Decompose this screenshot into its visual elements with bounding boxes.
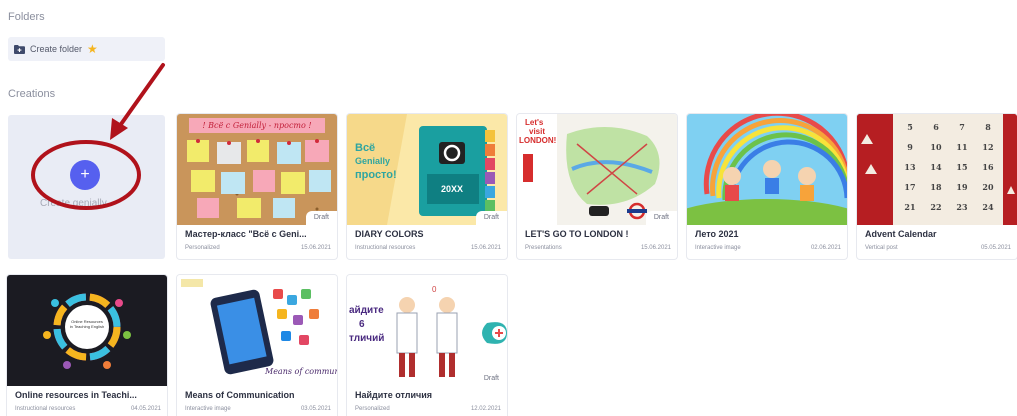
thumbnail-text: visit xyxy=(529,127,546,136)
card-title: Мастер-класс "Всё с Geni... xyxy=(185,229,307,239)
thumbnail-text: 20XX xyxy=(441,184,464,194)
thumbnail-text: Всё xyxy=(355,142,376,154)
card-title: Лето 2021 xyxy=(695,229,739,239)
draft-badge: Draft xyxy=(645,211,677,225)
folders-heading: Folders xyxy=(8,11,45,23)
advent-day[interactable]: 8 xyxy=(975,117,1001,137)
advent-day[interactable]: 12 xyxy=(975,137,1001,157)
card-type: Presentations xyxy=(525,245,562,251)
advent-day[interactable]: 6 xyxy=(923,117,949,137)
card-date: 12.02.2021 xyxy=(470,406,501,412)
card-type: Interactive image xyxy=(695,245,741,251)
thumbnail-text: просто! xyxy=(355,169,397,181)
card-title: Online resources in Teachi... xyxy=(15,390,137,400)
advent-grid: 5 6 7 8 9 10 11 12 13 14 15 16 17 18 19 … xyxy=(897,117,1001,217)
advent-day[interactable]: 9 xyxy=(897,137,923,157)
card-date: 02.06.2021 xyxy=(810,245,841,251)
draft-badge: Draft xyxy=(475,372,507,386)
advent-day[interactable]: 13 xyxy=(897,157,923,177)
creation-card[interactable]: айдите 6 тличий 0 Draft Найдите отличия … xyxy=(347,275,507,416)
advent-day[interactable]: 24 xyxy=(975,197,1001,217)
card-date: 04.05.2021 xyxy=(130,406,161,412)
card-date: 15.06.2021 xyxy=(300,245,331,251)
card-thumbnail: 5 6 7 8 9 10 11 12 13 14 15 16 17 18 19 … xyxy=(857,114,1017,225)
card-type: Personalized xyxy=(185,245,220,251)
creation-card[interactable]: Лето 2021 Interactive image 02.06.2021 xyxy=(687,114,847,259)
thumbnail-text: LONDON! xyxy=(519,136,557,145)
card-type: Vertical post xyxy=(865,245,898,251)
create-folder-label: Create folder xyxy=(30,44,83,54)
thumbnail-text: тличий xyxy=(349,333,385,344)
thumbnail-text: 6 xyxy=(359,319,365,330)
card-type: Personalized xyxy=(355,406,390,412)
advent-day[interactable]: 14 xyxy=(923,157,949,177)
advent-day[interactable]: 16 xyxy=(975,157,1001,177)
advent-day[interactable]: 10 xyxy=(923,137,949,157)
card-date: 03.05.2021 xyxy=(300,406,331,412)
creations-heading: Creations xyxy=(8,88,56,100)
thumbnail-text: Online Resources in Teaching English xyxy=(69,319,105,329)
star-icon: ★ xyxy=(87,42,98,56)
advent-day[interactable]: 21 xyxy=(897,197,923,217)
card-title: Advent Calendar xyxy=(865,229,937,239)
card-thumbnail: Всё Genially просто! 20XX xyxy=(347,114,507,225)
card-type: Instructional resources xyxy=(355,245,416,251)
creation-card[interactable]: ! Всё с Genially - просто ! Draft Мастер… xyxy=(177,114,337,259)
card-title: Найдите отличия xyxy=(355,390,433,400)
draft-badge: Draft xyxy=(305,211,337,225)
card-thumbnail: Means of communicati xyxy=(177,275,337,386)
card-thumbnail: айдите 6 тличий 0 xyxy=(347,275,507,386)
creation-card[interactable]: Online Resources in Teaching English Onl… xyxy=(7,275,167,416)
advent-day[interactable]: 19 xyxy=(949,177,975,197)
create-folder-button[interactable]: Create folder ★ xyxy=(8,37,165,61)
card-thumbnail: Let's visit LONDON! xyxy=(517,114,677,225)
card-thumbnail xyxy=(687,114,847,225)
card-thumbnail: Online Resources in Teaching English xyxy=(7,275,167,386)
advent-day[interactable]: 22 xyxy=(923,197,949,217)
create-genially-plus-button[interactable]: + xyxy=(70,160,100,190)
thumbnail-text: 0 xyxy=(432,285,437,294)
thumbnail-text: ! Всё с Genially - просто ! xyxy=(202,121,312,130)
folder-plus-icon xyxy=(14,44,25,54)
advent-day[interactable]: 11 xyxy=(949,137,975,157)
creation-card[interactable]: Всё Genially просто! 20XX Draft DIARY CO… xyxy=(347,114,507,259)
card-title: LET'S GO TO LONDON ! xyxy=(525,229,629,239)
card-title: DIARY COLORS xyxy=(355,229,424,239)
thumbnail-text: Genially xyxy=(355,156,391,166)
card-type: Instructional resources xyxy=(15,406,76,412)
advent-day[interactable]: 15 xyxy=(949,157,975,177)
card-date: 15.06.2021 xyxy=(470,245,501,251)
advent-day[interactable]: 17 xyxy=(897,177,923,197)
card-date: 15.06.2021 xyxy=(640,245,671,251)
thumbnail-text: Means of communicati xyxy=(265,367,337,376)
card-type: Interactive image xyxy=(185,406,231,412)
advent-day[interactable]: 18 xyxy=(923,177,949,197)
creation-card[interactable]: Let's visit LONDON! Draft LET'S GO TO LO… xyxy=(517,114,677,259)
advent-day[interactable]: 20 xyxy=(975,177,1001,197)
card-date: 05.05.2021 xyxy=(980,245,1011,251)
card-thumbnail: ! Всё с Genially - просто ! xyxy=(177,114,337,225)
creation-card[interactable]: Means of communicati Means of Communicat… xyxy=(177,275,337,416)
thumbnail-text: Let's xyxy=(525,118,544,127)
draft-badge: Draft xyxy=(475,211,507,225)
advent-day[interactable]: 7 xyxy=(949,117,975,137)
card-title: Means of Communication xyxy=(185,390,295,400)
thumbnail-text: айдите xyxy=(349,305,384,316)
plus-icon: + xyxy=(80,166,90,183)
create-genially-label: Create genially xyxy=(40,198,107,209)
advent-day[interactable]: 5 xyxy=(897,117,923,137)
creation-card[interactable]: 5 6 7 8 9 10 11 12 13 14 15 16 17 18 19 … xyxy=(857,114,1017,259)
advent-day[interactable]: 23 xyxy=(949,197,975,217)
